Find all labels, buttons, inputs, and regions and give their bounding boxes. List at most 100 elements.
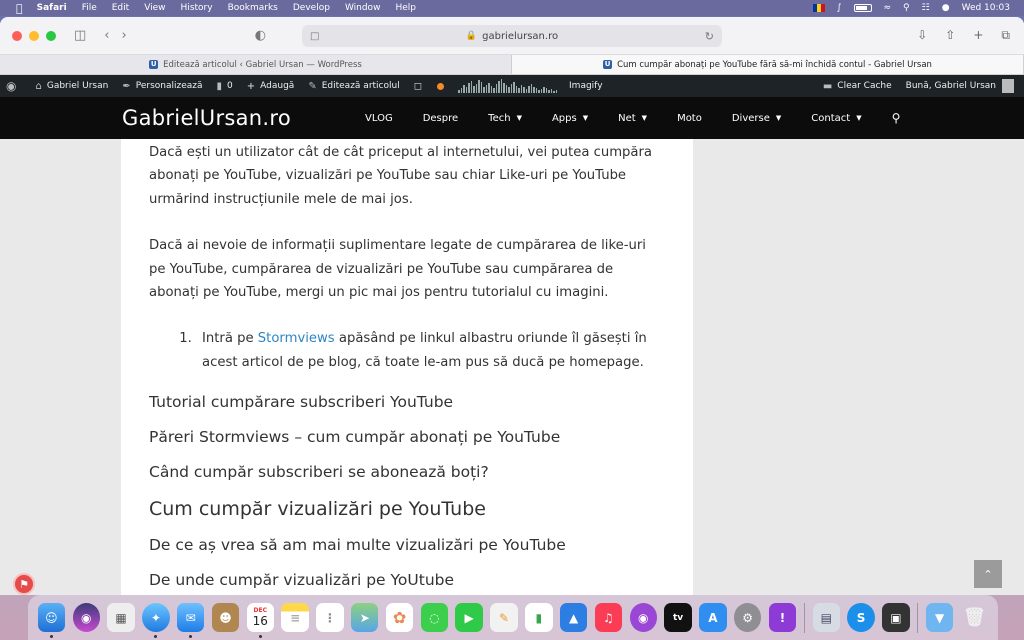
scroll-to-top-button[interactable]: ⌃ [974,560,1002,588]
chevron-down-icon: ▼ [856,114,862,122]
system-preferences-icon[interactable]: ⚙ [733,603,762,632]
site-logo[interactable]: GabrielUrsan.ro [122,106,291,130]
menu-help[interactable]: Help [395,3,416,13]
sparkline-bar [528,86,530,93]
downloads-icon[interactable]: ⇩ [917,28,927,43]
admin-clear-cache[interactable]: ▬ Clear Cache [823,81,892,92]
address-bar[interactable]: □ 🔒 gabrielursan.ro ↻ [302,25,722,47]
notification-bell-icon[interactable]: ⚑ [13,573,35,595]
yoast-icon[interactable]: ◻ [414,81,427,92]
siri-app-icon[interactable]: ◉ [72,603,100,632]
section-heading: De unde cumpăr vizualizări pe YoUtube [149,571,455,590]
calculator-icon[interactable]: ▣ [882,603,910,632]
sparkline-bar [460,88,463,93]
safari-window: ◫ ‹ › ◐ □ 🔒 gabrielursan.ro ↻ ⇩ ⇧ + ⧉ U … [0,17,1024,595]
siri-icon[interactable]: ● [942,3,950,13]
tab-article[interactable]: U Cum cumpăr abonați pe YouTube fără să-… [512,55,1024,74]
maps-icon[interactable]: ➤ [351,603,379,632]
home-icon: ⌂ [35,80,42,92]
sparkline-bar [530,84,533,93]
control-center-icon[interactable]: ☷ [922,3,930,13]
search-icon[interactable]: ⚲ [892,111,901,125]
sparkline-bar [508,87,510,93]
reminders-icon[interactable]: ⋮ [316,603,344,632]
menu-window[interactable]: Window [345,3,381,13]
tab-wordpress-editor[interactable]: U Editează articolul ‹ Gabriel Ursan — W… [0,55,512,74]
privacy-shield-icon[interactable]: ◐ [255,28,266,43]
menu-edit[interactable]: Edit [112,3,129,13]
numbers-icon[interactable]: ▮ [525,603,553,632]
menu-history[interactable]: History [181,3,213,13]
apple-tv-icon[interactable]: tv [664,603,692,632]
tab-overview-icon[interactable]: ⧉ [1001,28,1010,43]
safari-icon[interactable]: ✦ [142,603,170,638]
notes-icon[interactable]: ≡ [281,603,309,632]
nav-vlog[interactable]: VLOG [365,113,393,124]
zoom-window-button[interactable] [46,30,56,41]
sparkline-bar [485,85,488,93]
nav-tech[interactable]: Tech ▼ [488,113,522,124]
page-menu-icon[interactable]: □ [310,31,319,42]
mail-icon[interactable]: ✉ [176,603,205,638]
wifi-icon[interactable]: ≈ [884,3,892,13]
forward-icon[interactable]: › [122,28,127,43]
bluetooth-icon[interactable]: ∫ [837,3,842,13]
podcasts-icon[interactable]: ◉ [629,603,657,632]
stormviews-link[interactable]: Stormviews [258,331,335,346]
admin-customize[interactable]: ✒ Personalizează [122,81,202,92]
admin-imagify[interactable]: Imagify [569,81,603,91]
contacts-icon[interactable]: ☻ [211,603,240,632]
battery-icon[interactable] [853,4,872,12]
app-store-icon[interactable]: A [699,603,727,632]
pages-icon[interactable]: ✎ [490,603,518,632]
admin-site-name[interactable]: ⌂ Gabriel Ursan [35,81,108,92]
new-tab-icon[interactable]: + [973,28,983,43]
admin-comments[interactable]: ▮ 0 [217,81,233,92]
minimize-window-button[interactable] [29,30,39,41]
menu-bookmarks[interactable]: Bookmarks [228,3,278,13]
nav-diverse[interactable]: Diverse ▼ [732,113,781,124]
admin-account[interactable]: Bună, Gabriel Ursan [906,79,1014,93]
admin-add-new[interactable]: + Adaugă [247,81,295,92]
nav-moto[interactable]: Moto [677,113,702,124]
feedback-assistant-icon[interactable]: ! [768,603,797,632]
site-favicon-icon: U [603,60,613,69]
menu-develop[interactable]: Develop [293,3,330,13]
search-icon[interactable]: ⚲ [903,3,910,13]
menu-file[interactable]: File [82,3,97,13]
facetime-icon[interactable]: ▶ [455,603,483,632]
reload-icon[interactable]: ↻ [705,30,714,43]
menu-app-name[interactable]: Safari [37,3,67,13]
sparkline-bar [518,88,520,93]
calendar-icon[interactable]: DEC 16 [246,603,274,638]
close-window-button[interactable] [12,30,22,41]
apple-icon[interactable]:  [16,2,23,15]
share-icon[interactable]: ⇧ [945,28,955,43]
trash-icon[interactable]: 🗑 [961,603,988,632]
sparkline-bar [533,87,535,93]
nav-despre[interactable]: Despre [423,113,458,124]
nav-apps[interactable]: Apps ▼ [552,113,588,124]
launchpad-icon[interactable]: ▦ [107,603,135,632]
keynote-icon[interactable]: ▲ [559,603,588,632]
menu-view[interactable]: View [144,3,165,13]
sparkline-bar [480,82,483,93]
stats-sparkline-icon[interactable] [458,79,558,93]
admin-edit-post[interactable]: ✎ Editează articolul [308,81,399,92]
sidebar-toggle-icon[interactable]: ◫ [74,28,86,43]
input-source-flag-icon[interactable] [812,4,825,12]
nav-contact[interactable]: Contact ▼ [811,113,861,124]
downloads-folder-icon[interactable]: ▼ [925,603,954,632]
seo-status-dot-icon[interactable] [437,82,445,90]
photos-icon[interactable]: ✿ [385,603,414,632]
skype-icon[interactable]: S [847,603,875,632]
article-body: Dacă ești un utilizator cât de cât price… [121,139,693,595]
music-icon[interactable]: ♫ [594,603,623,632]
back-icon[interactable]: ‹ [104,28,109,43]
nav-net[interactable]: Net ▼ [618,113,647,124]
preview-icon[interactable]: ▤ [812,603,840,632]
messages-icon[interactable]: ◌ [420,603,449,632]
wordpress-logo-icon[interactable]: ◉ [6,79,21,93]
menubar-clock[interactable]: Wed 10:03 [962,3,1010,13]
finder-icon[interactable]: ☺ [37,603,66,638]
